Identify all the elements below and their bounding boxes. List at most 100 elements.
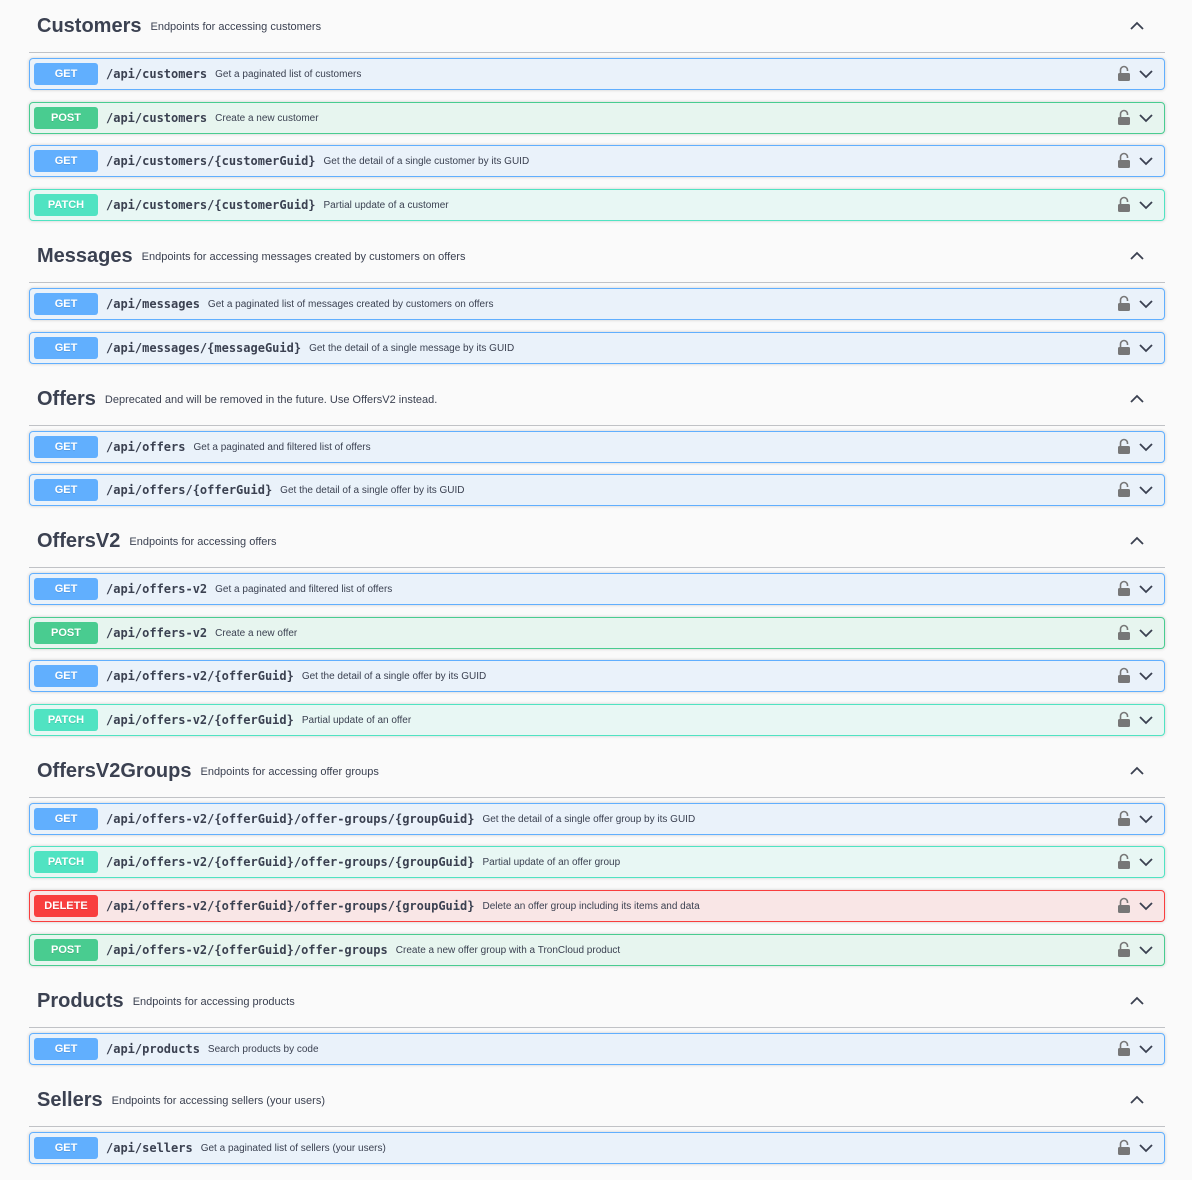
chevron-up-icon[interactable] — [1127, 1090, 1147, 1110]
chevron-down-icon[interactable] — [1138, 712, 1154, 728]
chevron-down-icon[interactable] — [1138, 942, 1154, 958]
method-badge: PATCH — [34, 851, 98, 873]
lock-icon[interactable] — [1117, 897, 1131, 914]
lock-icon[interactable] — [1117, 196, 1131, 213]
method-badge: POST — [34, 622, 98, 644]
chevron-down-icon[interactable] — [1138, 811, 1154, 827]
operation-summary: Create a new offer — [215, 627, 298, 639]
chevron-down-icon[interactable] — [1138, 898, 1154, 914]
lock-icon[interactable] — [1117, 711, 1131, 728]
operation-summary: Get a paginated list of messages created… — [207, 298, 494, 310]
chevron-up-icon[interactable] — [1127, 531, 1147, 551]
lock-icon[interactable] — [1117, 667, 1131, 684]
operation-path: /api/offers — [106, 440, 186, 454]
chevron-down-icon[interactable] — [1138, 296, 1154, 312]
lock-icon[interactable] — [1117, 438, 1131, 455]
operation-get-message-by-guid[interactable]: GET /api/messages/{messageGuid} Get the … — [29, 332, 1165, 364]
method-badge: GET — [34, 293, 98, 315]
operation-get-offer-by-guid[interactable]: GET /api/offers/{offerGuid} Get the deta… — [29, 474, 1165, 506]
operation-post-customers[interactable]: POST /api/customers Create a new custome… — [29, 102, 1165, 134]
chevron-down-icon[interactable] — [1138, 110, 1154, 126]
chevron-down-icon[interactable] — [1138, 340, 1154, 356]
operation-get-sellers[interactable]: GET /api/sellers Get a paginated list of… — [29, 1132, 1165, 1164]
lock-icon[interactable] — [1117, 295, 1131, 312]
operation-path: /api/offers-v2 — [106, 626, 208, 640]
operation-summary: Get the detail of a single offer by its … — [280, 484, 465, 496]
operation-get-customer-by-guid[interactable]: GET /api/customers/{customerGuid} Get th… — [29, 145, 1165, 177]
chevron-down-icon[interactable] — [1138, 482, 1154, 498]
chevron-up-icon[interactable] — [1127, 246, 1147, 266]
section-header[interactable]: Sellers Endpoints for accessing sellers … — [29, 1074, 1165, 1127]
chevron-down-icon[interactable] — [1138, 1041, 1154, 1057]
operation-path: /api/offers-v2/{offerGuid}/offer-groups — [106, 943, 388, 957]
lock-icon[interactable] — [1117, 481, 1131, 498]
operation-patch-offer-v2[interactable]: PATCH /api/offers-v2/{offerGuid} Partial… — [29, 704, 1165, 736]
operation-path: /api/offers-v2 — [106, 582, 208, 596]
operation-get-offers[interactable]: GET /api/offers Get a paginated and filt… — [29, 431, 1165, 463]
method-badge: GET — [34, 337, 98, 359]
operation-summary: Get a paginated list of customers — [215, 68, 362, 80]
operation-summary: Get a paginated list of sellers (your us… — [200, 1142, 386, 1154]
operation-post-offer-group[interactable]: POST /api/offers-v2/{offerGuid}/offer-gr… — [29, 934, 1165, 966]
chevron-down-icon[interactable] — [1138, 66, 1154, 82]
chevron-down-icon[interactable] — [1138, 439, 1154, 455]
operation-get-offer-group[interactable]: GET /api/offers-v2/{offerGuid}/offer-gro… — [29, 803, 1165, 835]
chevron-down-icon[interactable] — [1138, 581, 1154, 597]
method-badge: PATCH — [34, 709, 98, 731]
section-offersv2: OffersV2 Endpoints for accessing offers … — [29, 515, 1165, 736]
lock-icon[interactable] — [1117, 810, 1131, 827]
section-title: Messages — [37, 245, 133, 267]
lock-icon[interactable] — [1117, 853, 1131, 870]
swagger-page: Customers Endpoints for accessing custom… — [0, 0, 1192, 1180]
method-badge: GET — [34, 479, 98, 501]
section-header[interactable]: Offers Deprecated and will be removed in… — [29, 373, 1165, 426]
operation-get-offer-v2-by-guid[interactable]: GET /api/offers-v2/{offerGuid} Get the d… — [29, 660, 1165, 692]
operation-summary: Create a new offer group with a TronClou… — [395, 944, 621, 956]
lock-icon[interactable] — [1117, 624, 1131, 641]
lock-icon[interactable] — [1117, 941, 1131, 958]
section-header[interactable]: Products Endpoints for accessing product… — [29, 975, 1165, 1028]
section-header[interactable]: OffersV2Groups Endpoints for accessing o… — [29, 745, 1165, 798]
lock-icon[interactable] — [1117, 1040, 1131, 1057]
chevron-down-icon[interactable] — [1138, 854, 1154, 870]
lock-icon[interactable] — [1117, 339, 1131, 356]
chevron-up-icon[interactable] — [1127, 389, 1147, 409]
operation-delete-offer-group[interactable]: DELETE /api/offers-v2/{offerGuid}/offer-… — [29, 890, 1165, 922]
operation-get-products[interactable]: GET /api/products Search products by cod… — [29, 1033, 1165, 1065]
section-description: Endpoints for accessing offer groups — [200, 765, 379, 778]
section-header[interactable]: Customers Endpoints for accessing custom… — [29, 0, 1165, 53]
operation-summary: Get the detail of a single offer group b… — [482, 813, 696, 825]
operation-get-customers[interactable]: GET /api/customers Get a paginated list … — [29, 58, 1165, 90]
section-description: Endpoints for accessing customers — [150, 20, 322, 33]
lock-icon[interactable] — [1117, 109, 1131, 126]
section-offers: Offers Deprecated and will be removed in… — [29, 373, 1165, 506]
lock-icon[interactable] — [1117, 580, 1131, 597]
lock-icon[interactable] — [1117, 152, 1131, 169]
section-header[interactable]: OffersV2 Endpoints for accessing offers — [29, 515, 1165, 568]
section-offersv2groups: OffersV2Groups Endpoints for accessing o… — [29, 745, 1165, 966]
section-header[interactable]: Messages Endpoints for accessing message… — [29, 230, 1165, 283]
chevron-down-icon[interactable] — [1138, 153, 1154, 169]
operation-patch-customer[interactable]: PATCH /api/customers/{customerGuid} Part… — [29, 189, 1165, 221]
operation-get-messages[interactable]: GET /api/messages Get a paginated list o… — [29, 288, 1165, 320]
chevron-down-icon[interactable] — [1138, 668, 1154, 684]
section-title: Offers — [37, 388, 96, 410]
chevron-down-icon[interactable] — [1138, 197, 1154, 213]
chevron-down-icon[interactable] — [1138, 1140, 1154, 1156]
chevron-down-icon[interactable] — [1138, 625, 1154, 641]
chevron-up-icon[interactable] — [1127, 761, 1147, 781]
chevron-up-icon[interactable] — [1127, 991, 1147, 1011]
operation-summary: Get the detail of a single message by it… — [309, 342, 515, 354]
section-title: OffersV2Groups — [37, 760, 192, 782]
chevron-up-icon[interactable] — [1127, 16, 1147, 36]
lock-icon[interactable] — [1117, 1139, 1131, 1156]
operation-patch-offer-group[interactable]: PATCH /api/offers-v2/{offerGuid}/offer-g… — [29, 846, 1165, 878]
method-badge: PATCH — [34, 194, 98, 216]
operation-get-offers-v2[interactable]: GET /api/offers-v2 Get a paginated and f… — [29, 573, 1165, 605]
operation-post-offers-v2[interactable]: POST /api/offers-v2 Create a new offer — [29, 617, 1165, 649]
operation-path: /api/sellers — [106, 1141, 193, 1155]
section-title: Products — [37, 990, 124, 1012]
operation-path: /api/customers — [106, 111, 208, 125]
section-title: OffersV2 — [37, 530, 121, 552]
lock-icon[interactable] — [1117, 65, 1131, 82]
